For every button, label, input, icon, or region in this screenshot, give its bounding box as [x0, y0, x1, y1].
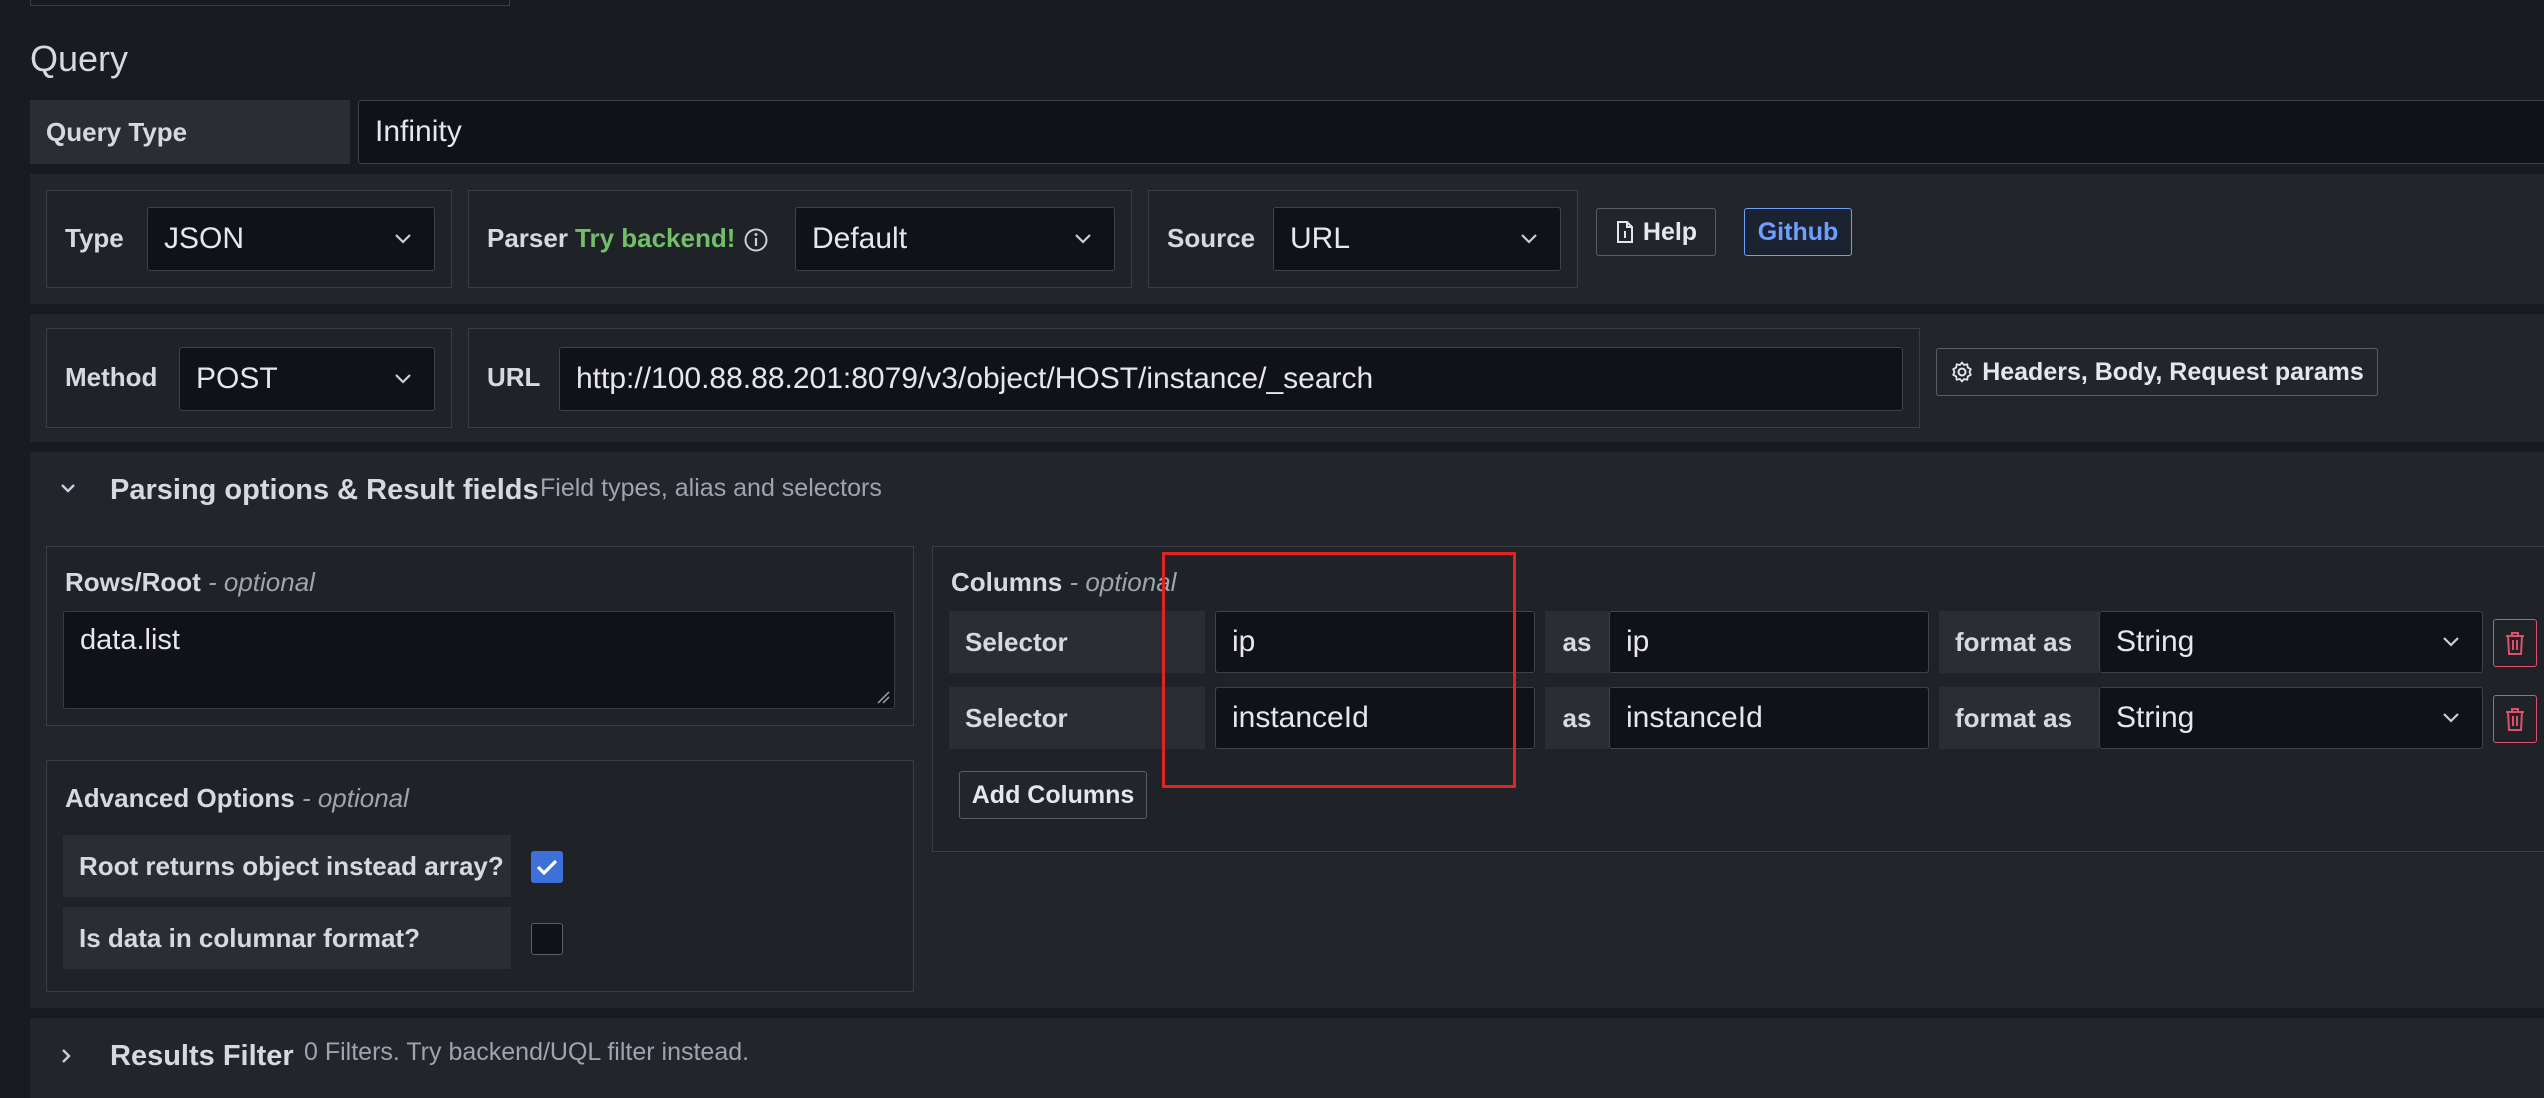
type-value: JSON — [164, 222, 245, 255]
github-button[interactable]: Github — [1744, 208, 1852, 256]
column-1-format-label: format as — [1939, 611, 2099, 673]
type-group: Type JSON — [46, 190, 452, 288]
highlight-annotation-box — [1162, 552, 1516, 788]
option-columnar-format-checkbox[interactable] — [531, 923, 563, 955]
query-type-label: Query Type — [30, 100, 350, 164]
columns-label: Columns - optional — [951, 567, 1176, 598]
headers-body-params-button[interactable]: Headers, Body, Request params — [1936, 348, 2378, 396]
info-icon[interactable] — [743, 227, 769, 253]
chevron-down-icon — [395, 234, 411, 244]
gear-icon — [1952, 361, 1972, 383]
parser-hint[interactable]: Try backend! — [575, 223, 735, 254]
method-value: POST — [196, 362, 278, 395]
column-1-delete-button[interactable] — [2493, 619, 2537, 667]
rows-root-optional: - optional — [208, 567, 315, 597]
trash-icon — [2506, 708, 2524, 731]
rows-root-label: Rows/Root - optional — [65, 567, 315, 598]
url-input[interactable]: http://100.88.88.201:8079/v3/object/HOST… — [559, 347, 1903, 411]
column-2-as-label: as — [1545, 687, 1609, 749]
parser-select[interactable]: Default — [795, 207, 1115, 271]
advanced-options-group: Advanced Options - optional Root returns… — [46, 760, 914, 992]
option-columnar-format-label: Is data in columnar format? — [63, 907, 511, 969]
option-root-returns-object-checkbox[interactable] — [531, 851, 563, 883]
type-select[interactable]: JSON — [147, 207, 435, 271]
column-2-format-value: String — [2116, 701, 2195, 734]
columns-optional: - optional — [1069, 567, 1177, 597]
source-label: Source — [1167, 223, 1256, 253]
chevron-down-icon — [2443, 637, 2459, 647]
top-remnant-box — [30, 0, 510, 6]
rows-root-value: data.list — [80, 624, 180, 656]
query-type-select[interactable]: Infinity — [358, 100, 2544, 164]
parser-label: Parser — [487, 223, 568, 253]
rows-root-textarea[interactable]: data.list — [63, 611, 895, 709]
method-label: Method — [65, 362, 158, 392]
resize-handle-icon[interactable] — [876, 690, 890, 704]
section-title: Query — [30, 38, 129, 79]
parsing-options-subtitle: Field types, alias and selectors — [540, 474, 882, 502]
query-type-value: Infinity — [375, 115, 462, 148]
parser-group: Parser Try backend! Default — [468, 190, 1132, 288]
column-1-as-label: as — [1545, 611, 1609, 673]
results-filter-title[interactable]: Results Filter — [110, 1040, 294, 1073]
chevron-down-icon — [2443, 713, 2459, 723]
columns-label-text: Columns — [951, 567, 1063, 597]
trash-icon — [2506, 632, 2524, 655]
help-label: Help — [1642, 217, 1698, 246]
github-label: Github — [1757, 217, 1839, 246]
source-value: URL — [1290, 222, 1351, 255]
chevron-right-icon[interactable] — [60, 1046, 74, 1066]
chevron-down-icon — [1075, 234, 1091, 244]
column-1-format-select[interactable]: String — [2099, 611, 2483, 673]
column-2-format-label: format as — [1939, 687, 2099, 749]
parsing-options-title[interactable]: Parsing options & Result fields — [110, 474, 539, 507]
add-columns-button[interactable]: Add Columns — [959, 771, 1147, 819]
checkmark-icon — [536, 859, 558, 876]
url-group: URL http://100.88.88.201:8079/v3/object/… — [468, 328, 1920, 428]
column-2-alias-input[interactable]: instanceId — [1609, 687, 1929, 749]
chevron-down-icon — [395, 374, 411, 384]
help-button[interactable]: Help — [1596, 208, 1716, 256]
rows-root-label-text: Rows/Root — [65, 567, 201, 597]
source-group: Source URL — [1148, 190, 1578, 288]
advanced-options-label-text: Advanced Options — [65, 783, 295, 813]
method-select[interactable]: POST — [179, 347, 435, 411]
advanced-options-label: Advanced Options - optional — [65, 783, 409, 814]
url-value: http://100.88.88.201:8079/v3/object/HOST… — [576, 362, 1374, 395]
add-columns-label: Add Columns — [971, 780, 1135, 809]
method-group: Method POST — [46, 328, 452, 428]
column-1-format-value: String — [2116, 625, 2195, 658]
column-2-delete-button[interactable] — [2493, 695, 2537, 743]
url-label: URL — [487, 362, 541, 392]
advanced-options-optional: - optional — [301, 783, 409, 813]
column-1-alias-value: ip — [1626, 625, 1650, 658]
results-filter-subtitle: 0 Filters. Try backend/UQL filter instea… — [304, 1038, 750, 1066]
chevron-down-icon[interactable] — [58, 482, 78, 496]
column-1-alias-input[interactable]: ip — [1609, 611, 1929, 673]
source-select[interactable]: URL — [1273, 207, 1561, 271]
column-2-format-select[interactable]: String — [2099, 687, 2483, 749]
option-root-returns-object-label: Root returns object instead array? — [63, 835, 511, 897]
headers-body-params-label: Headers, Body, Request params — [1982, 357, 2364, 386]
parser-value: Default — [812, 222, 908, 255]
column-2-alias-value: instanceId — [1626, 701, 1763, 734]
type-label: Type — [65, 223, 124, 253]
chevron-down-icon — [1521, 234, 1537, 244]
document-icon — [1616, 221, 1633, 243]
rows-root-group: Rows/Root - optional data.list — [46, 546, 914, 726]
